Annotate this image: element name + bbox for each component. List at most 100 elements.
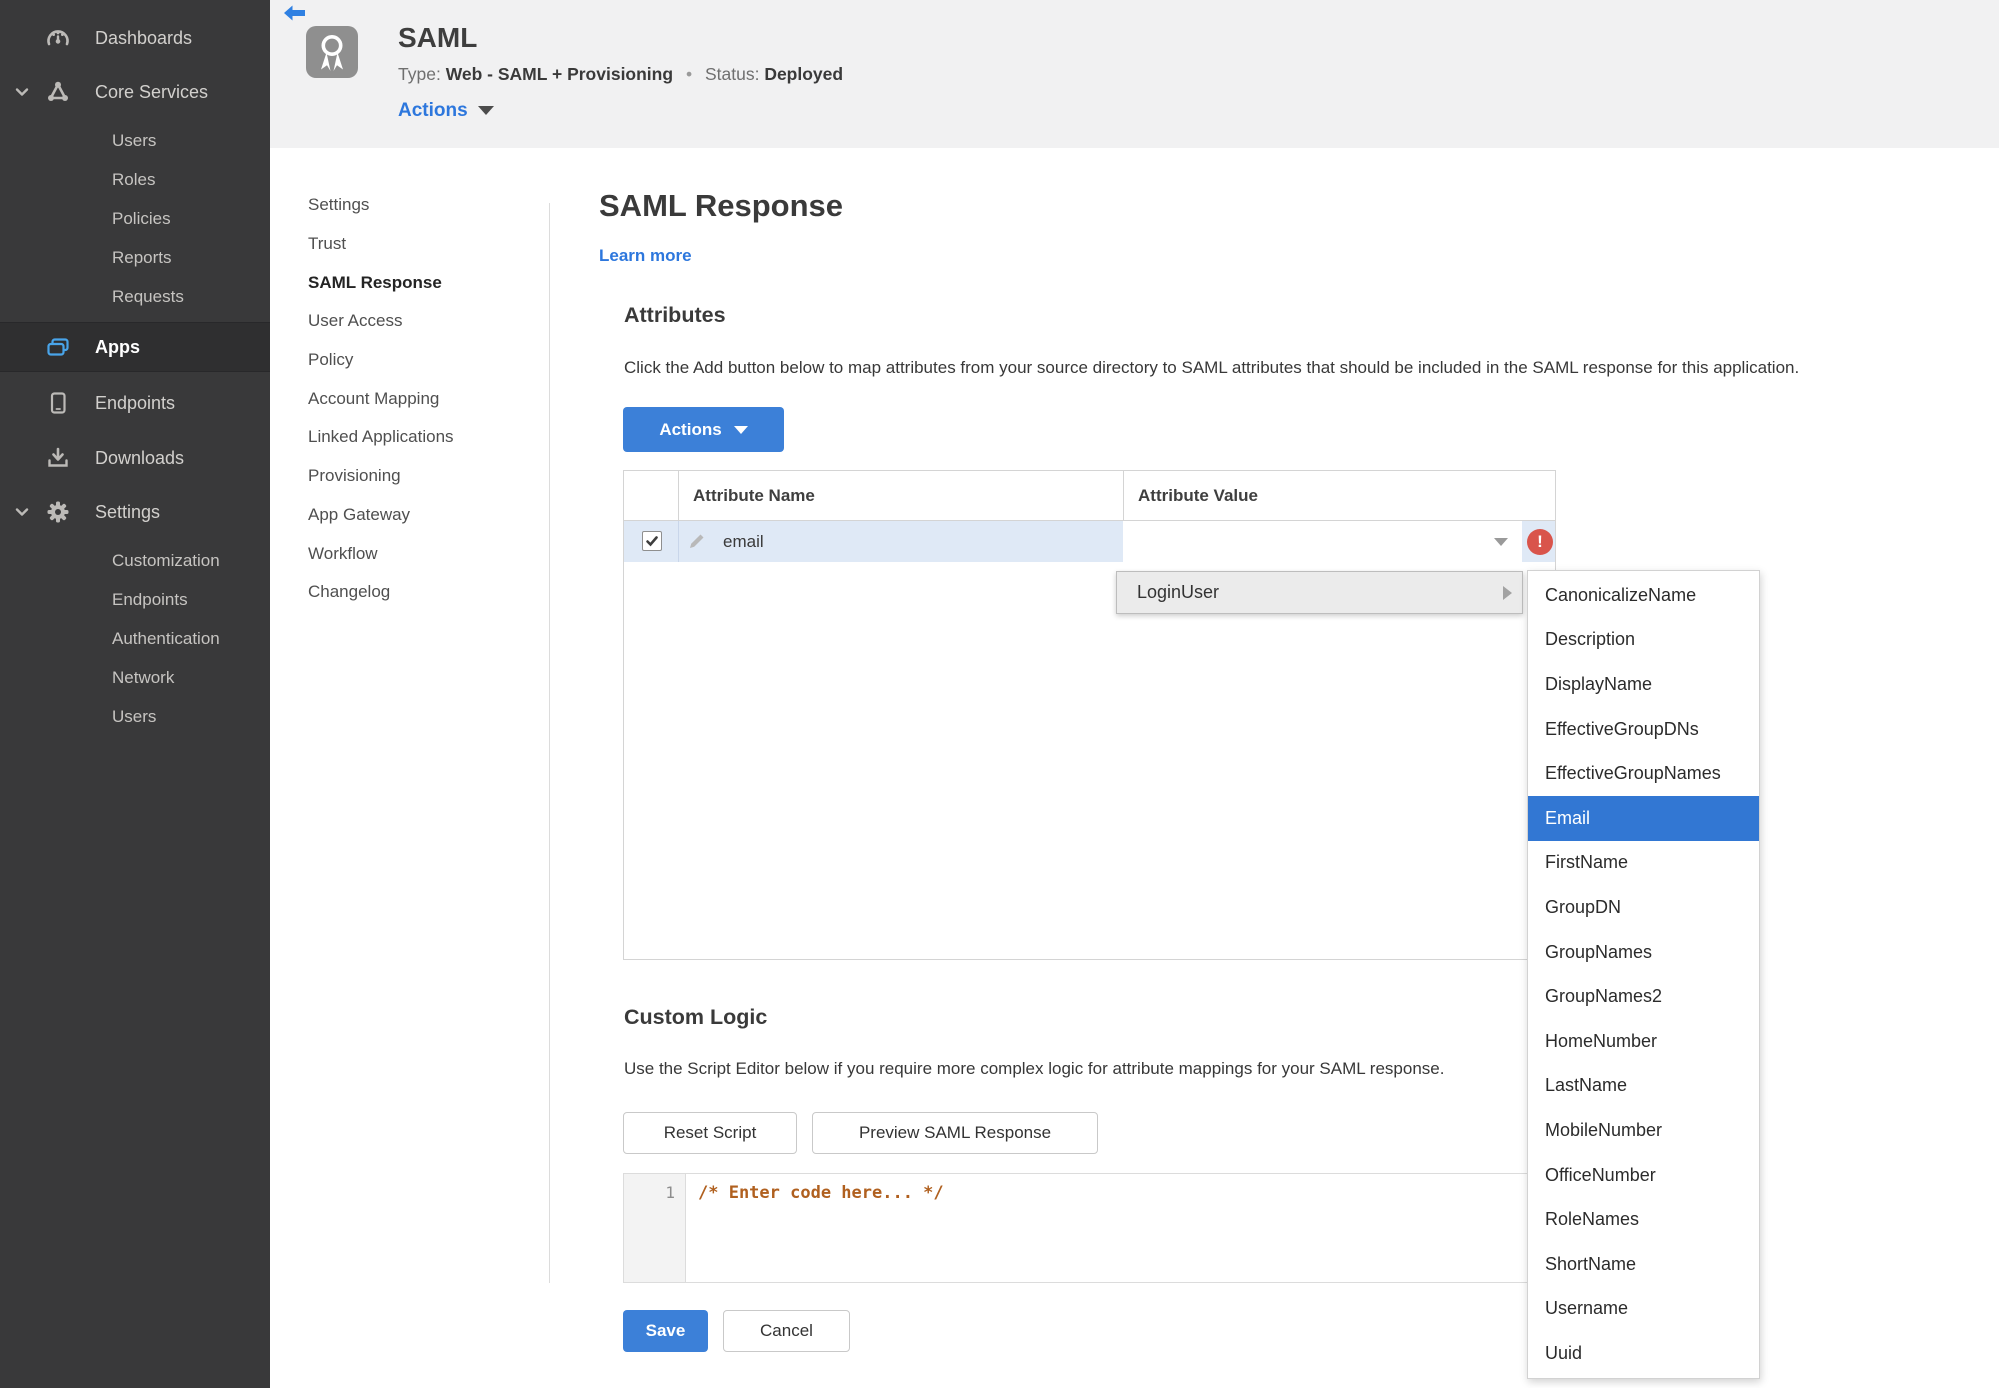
table-header: Attribute Name Attribute Value: [624, 471, 1555, 521]
submenu-item[interactable]: ShortName: [1528, 1242, 1759, 1287]
nav-divider: [549, 203, 550, 1283]
submenu-item[interactable]: Description: [1528, 618, 1759, 663]
type-label: Type:: [398, 64, 441, 84]
save-button[interactable]: Save: [623, 1310, 708, 1352]
sidebar-item-customization[interactable]: Customization: [0, 541, 270, 580]
gauge-icon: [45, 25, 71, 51]
page-header: SAML Type: Web - SAML + Provisioning • S…: [270, 0, 1999, 148]
sidebar-item-users[interactable]: Users: [0, 121, 270, 160]
attribute-submenu: CanonicalizeName Description DisplayName…: [1527, 570, 1760, 1379]
submenu-item[interactable]: MobileNumber: [1528, 1108, 1759, 1153]
subnav-item-changelog[interactable]: Changelog: [308, 573, 454, 612]
download-icon: [45, 445, 71, 471]
submenu-item[interactable]: Username: [1528, 1287, 1759, 1332]
code-content[interactable]: /* Enter code here... */: [686, 1174, 1555, 1282]
edit-icon[interactable]: [687, 531, 707, 551]
gear-icon: [45, 499, 71, 525]
column-header-attribute-value: Attribute Value: [1123, 471, 1556, 521]
submenu-item[interactable]: DisplayName: [1528, 662, 1759, 707]
type-value: Web - SAML + Provisioning: [445, 64, 674, 84]
error-icon: !: [1527, 529, 1553, 555]
attributes-heading: Attributes: [624, 303, 726, 327]
attributes-table: Attribute Name Attribute Value email !: [623, 470, 1556, 960]
caret-down-icon: [477, 106, 494, 116]
subnav-item-workflow[interactable]: Workflow: [308, 534, 454, 573]
sidebar-item-policies[interactable]: Policies: [0, 199, 270, 238]
subnav-item-account-mapping[interactable]: Account Mapping: [308, 379, 454, 418]
submenu-item[interactable]: Uuid: [1528, 1331, 1759, 1376]
status-badge: Deployed: [764, 64, 844, 84]
page-title: SAML Response: [599, 188, 844, 223]
sidebar-item-settings[interactable]: Settings: [0, 492, 270, 532]
app-meta: Type: Web - SAML + Provisioning • Status…: [398, 64, 843, 85]
app-title: SAML: [398, 22, 478, 53]
sidebar-item-settings-endpoints[interactable]: Endpoints: [0, 580, 270, 619]
submenu-item[interactable]: EffectiveGroupDNs: [1528, 707, 1759, 752]
chevron-down-icon[interactable]: [13, 83, 31, 101]
apps-icon: [45, 334, 71, 360]
subnav-item-provisioning[interactable]: Provisioning: [308, 457, 454, 496]
submenu-item[interactable]: FirstName: [1528, 841, 1759, 886]
table-row[interactable]: email !: [624, 521, 1555, 562]
submenu-item[interactable]: LastName: [1528, 1064, 1759, 1109]
script-editor[interactable]: 1 /* Enter code here... */: [623, 1173, 1556, 1283]
sidebar-item-authentication[interactable]: Authentication: [0, 619, 270, 658]
subnav-item-linked-applications[interactable]: Linked Applications: [308, 418, 454, 457]
row-checkbox[interactable]: [642, 531, 662, 551]
actions-button[interactable]: Actions: [623, 407, 784, 452]
submenu-item-selected[interactable]: Email: [1528, 795, 1759, 841]
sidebar-item-roles[interactable]: Roles: [0, 160, 270, 199]
submenu-item[interactable]: GroupDN: [1528, 885, 1759, 930]
line-number: 1: [665, 1183, 675, 1202]
sidebar-item-requests[interactable]: Requests: [0, 277, 270, 316]
reset-script-button[interactable]: Reset Script: [623, 1112, 797, 1154]
chevron-down-icon[interactable]: [13, 503, 31, 521]
sidebar-item-core-services[interactable]: Core Services: [0, 72, 270, 112]
column-divider: [678, 521, 679, 562]
subnav-item-user-access[interactable]: User Access: [308, 302, 454, 341]
app-badge-icon: [306, 26, 358, 78]
submenu-item[interactable]: OfficeNumber: [1528, 1153, 1759, 1198]
back-arrow-icon[interactable]: [282, 4, 307, 22]
sidebar-item-label: Core Services: [95, 81, 209, 102]
subnav-item-app-gateway[interactable]: App Gateway: [308, 496, 454, 535]
submenu-item[interactable]: GroupNames2: [1528, 974, 1759, 1019]
status-label: Status:: [704, 64, 760, 84]
sidebar-item-downloads[interactable]: Downloads: [0, 438, 270, 478]
sidebar-item-dashboards[interactable]: Dashboards: [0, 18, 270, 58]
sidebar-item-label: Dashboards: [95, 27, 193, 48]
menu-item-label: LoginUser: [1137, 582, 1220, 602]
sidebar-item-settings-users[interactable]: Users: [0, 697, 270, 736]
menu-item-loginuser[interactable]: LoginUser: [1116, 571, 1523, 614]
cancel-button[interactable]: Cancel: [723, 1310, 850, 1352]
editor-gutter: 1: [624, 1174, 686, 1282]
sidebar-item-apps[interactable]: Apps: [0, 322, 270, 372]
attribute-value-dropdown[interactable]: [1123, 521, 1522, 562]
sidebar-item-label: Endpoints: [95, 392, 176, 413]
subnav-item-trust[interactable]: Trust: [308, 225, 454, 264]
sidebar: Dashboards Core Services Users Roles Pol…: [0, 0, 270, 1388]
caret-down-icon: [1494, 538, 1508, 546]
sidebar-item-reports[interactable]: Reports: [0, 238, 270, 277]
submenu-item[interactable]: CanonicalizeName: [1528, 573, 1759, 618]
attribute-name-cell: email: [723, 531, 764, 551]
header-actions-label: Actions: [398, 100, 468, 121]
dot-separator: •: [685, 64, 693, 84]
caret-right-icon: [1503, 585, 1512, 600]
learn-more-link[interactable]: Learn more: [599, 246, 692, 266]
header-actions-menu[interactable]: Actions: [398, 100, 494, 122]
submenu-item[interactable]: EffectiveGroupNames: [1528, 751, 1759, 796]
caret-down-icon: [733, 426, 748, 435]
core-services-icon: [45, 79, 71, 105]
subnav-item-saml-response[interactable]: SAML Response: [308, 263, 454, 302]
mobile-phone-icon: [45, 390, 71, 416]
preview-saml-response-button[interactable]: Preview SAML Response: [812, 1112, 1098, 1154]
sidebar-item-network[interactable]: Network: [0, 658, 270, 697]
submenu-item[interactable]: GroupNames: [1528, 930, 1759, 975]
attributes-description: Click the Add button below to map attrib…: [624, 358, 1800, 377]
submenu-item[interactable]: RoleNames: [1528, 1197, 1759, 1242]
subnav-item-policy[interactable]: Policy: [308, 341, 454, 380]
sidebar-item-endpoints[interactable]: Endpoints: [0, 383, 270, 423]
submenu-item[interactable]: HomeNumber: [1528, 1019, 1759, 1064]
subnav-item-settings[interactable]: Settings: [308, 186, 454, 225]
